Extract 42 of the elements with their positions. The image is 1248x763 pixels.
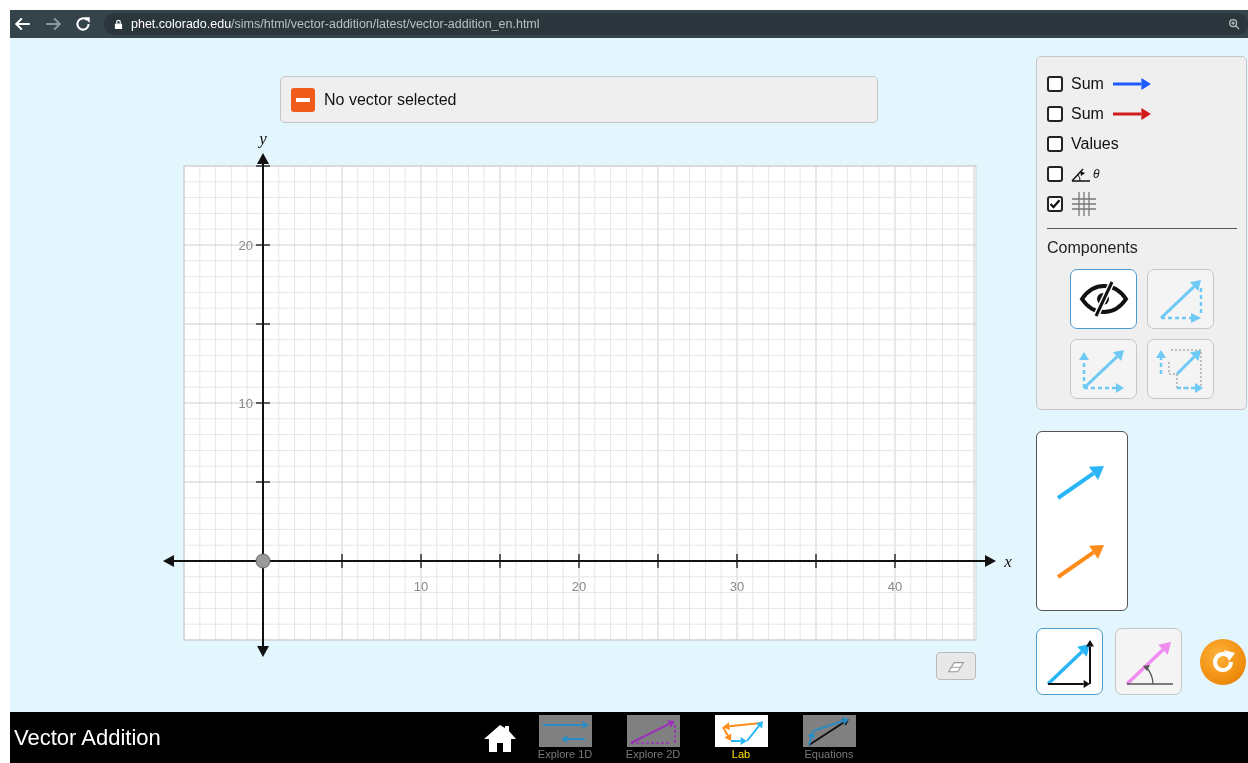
tick-label: 10 <box>238 396 253 411</box>
screen-icon <box>714 715 768 747</box>
checkbox[interactable] <box>1047 166 1063 182</box>
tick-label: 30 <box>729 579 745 594</box>
lock-icon <box>114 18 123 30</box>
theta-label: θ <box>1093 167 1100 181</box>
screen-tab[interactable]: Equations <box>802 715 856 760</box>
address-bar[interactable]: phet.colorado.edu/sims/html/vector-addition/latest/vector-addition_en.html <box>104 13 1248 35</box>
grid-icon <box>1071 191 1097 217</box>
angle-icon <box>1071 166 1091 182</box>
tick-label: 40 <box>887 579 903 594</box>
coordinate-mode-button[interactable] <box>1036 628 1103 695</box>
reset-button[interactable] <box>1200 638 1246 685</box>
screen-tab[interactable]: Explore 2D <box>626 715 680 760</box>
screen-icon <box>538 715 592 747</box>
checkbox[interactable] <box>1047 196 1063 212</box>
minus-icon <box>291 87 315 112</box>
back-icon[interactable] <box>14 15 32 33</box>
screen-icon <box>802 715 856 747</box>
zoom-icon[interactable] <box>1228 18 1240 30</box>
axis-label: y <box>259 129 267 148</box>
forward-icon[interactable] <box>44 15 62 33</box>
screen-icon <box>626 715 680 747</box>
tick-label: 20 <box>571 579 587 594</box>
screen-tab[interactable]: Explore 1D <box>538 715 592 760</box>
url-text: phet.colorado.edu/sims/html/vector-addition/latest/vector-addition_en.html <box>131 17 540 31</box>
values-label: Values <box>1071 135 1119 153</box>
components-heading: Components <box>1047 239 1139 257</box>
screen-tab[interactable]: Lab <box>714 715 768 760</box>
sum-label: Sum <box>1071 75 1104 93</box>
checkbox[interactable] <box>1047 106 1063 122</box>
checkbox[interactable] <box>1047 76 1063 92</box>
reload-icon[interactable] <box>74 15 92 33</box>
origin-handle[interactable] <box>255 553 271 569</box>
axis-label: x <box>1004 552 1012 571</box>
tick-label: 10 <box>413 579 429 594</box>
checkbox[interactable] <box>1047 136 1063 152</box>
tick-label: 20 <box>238 238 253 253</box>
selection-status-text: No vector selected <box>324 90 457 109</box>
sum-label: Sum <box>1071 105 1104 123</box>
sim-title: Vector Addition <box>14 724 162 751</box>
component-style-button[interactable] <box>1070 269 1137 329</box>
